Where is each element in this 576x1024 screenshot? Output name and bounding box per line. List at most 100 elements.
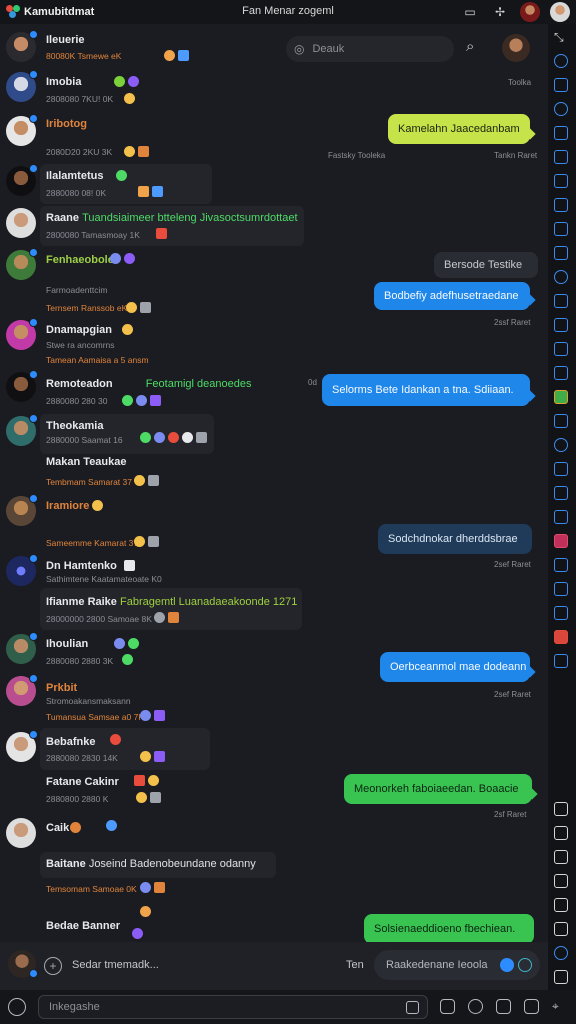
panel-icon[interactable] <box>554 802 568 816</box>
mail-icon[interactable] <box>554 318 568 332</box>
collapse-icon[interactable]: ⤡ <box>554 30 568 44</box>
document-icon[interactable] <box>554 126 568 140</box>
gear-icon[interactable] <box>524 999 539 1014</box>
globe-icon[interactable] <box>554 438 568 452</box>
status-circle-icon[interactable] <box>8 998 26 1016</box>
sender-name[interactable]: Bedae Banner <box>46 920 120 932</box>
outgoing-message[interactable]: Sodchdnokar dherddsbrae <box>378 524 532 554</box>
sender-name[interactable]: Dn Hamtenko <box>46 560 117 572</box>
sender-name[interactable]: Ifianme Raike Fabragemtl Luanadaeakoonde… <box>46 596 297 608</box>
sender-name[interactable]: Fenhaeobole <box>46 254 114 266</box>
sender-name[interactable]: Baitane Joseind Badenobeundane odanny <box>46 858 256 870</box>
link-icon[interactable] <box>554 270 568 284</box>
stack-icon[interactable] <box>554 366 568 380</box>
avatar[interactable] <box>6 164 38 196</box>
avatar[interactable] <box>6 554 38 586</box>
sender-name[interactable]: Makan Teaukae <box>46 456 127 468</box>
folder-icon[interactable] <box>554 78 568 92</box>
calendar-icon[interactable] <box>554 222 568 236</box>
sender-name[interactable]: Prkbit <box>46 682 77 694</box>
bottom-search-input[interactable]: Inkegashe <box>38 995 428 1019</box>
layout-icon[interactable] <box>554 826 568 840</box>
avatar[interactable] <box>6 30 38 62</box>
outgoing-message[interactable]: Kamelahn Jaacedanbam <box>388 114 530 144</box>
avatar[interactable] <box>6 632 38 664</box>
avatar[interactable] <box>6 248 38 280</box>
settings-icon[interactable] <box>554 582 568 596</box>
message-time: Tankn Raret <box>494 151 538 160</box>
sender-name[interactable]: Fatane Cakinr <box>46 776 119 788</box>
avatar[interactable] <box>6 70 38 102</box>
home-icon[interactable] <box>496 999 511 1014</box>
download-icon[interactable] <box>554 654 568 668</box>
sender-name[interactable]: Raane Tuandsiaimeer btteleng Jivasoctsum… <box>46 212 298 224</box>
composer-input[interactable]: Sedar tmemadk... <box>72 959 159 971</box>
sender-name[interactable]: Theokamia <box>46 420 103 432</box>
card-icon[interactable] <box>554 414 568 428</box>
note-icon[interactable] <box>554 342 568 356</box>
sidebar-icon[interactable] <box>554 850 568 864</box>
avatar[interactable] <box>6 674 38 706</box>
inbox-icon[interactable]: ▭ <box>460 2 480 22</box>
avatar[interactable] <box>6 818 36 848</box>
chat-icon[interactable] <box>554 102 568 116</box>
image-icon[interactable] <box>554 294 568 308</box>
profile-avatar-1[interactable] <box>520 2 540 22</box>
avatar[interactable] <box>6 114 38 146</box>
table-icon[interactable] <box>554 606 568 620</box>
sender-name[interactable]: Ilalamtetus <box>46 170 103 182</box>
composer-pill[interactable]: Raakedenane Ieoola <box>374 950 540 980</box>
sender-name[interactable]: Ihoulian <box>46 638 88 650</box>
sender-name[interactable]: Imobia <box>46 76 81 88</box>
sender-name[interactable]: Iribotog <box>46 118 87 130</box>
list-icon[interactable] <box>554 150 568 164</box>
app-red-icon[interactable] <box>554 534 568 548</box>
add-icon[interactable]: + <box>44 957 62 975</box>
outgoing-message[interactable]: Oerbceanmol mae dodeann. <box>380 652 530 682</box>
sender-name[interactable]: Bebafnke <box>46 736 96 748</box>
pin-icon[interactable]: ⌖ <box>552 999 567 1014</box>
status-icon[interactable] <box>554 946 568 960</box>
emoji-icon[interactable] <box>518 958 532 972</box>
outgoing-message[interactable]: Selorms Bete Idankan a tna. Sdiiaan. <box>322 374 530 406</box>
clock-icon[interactable] <box>554 54 568 68</box>
sender-name[interactable]: Iramiore <box>46 500 89 512</box>
avatar[interactable] <box>6 730 38 762</box>
search-icon[interactable]: ⌕ <box>466 38 488 60</box>
sender-name[interactable]: Remoteadon Feotamigl deanoedes <box>46 378 251 390</box>
outgoing-message[interactable]: Solsienaeddioeno fbechiean. <box>364 914 534 944</box>
more-icon[interactable] <box>554 970 568 984</box>
search-input[interactable]: ◎ Deauk <box>286 36 454 62</box>
avatar[interactable] <box>6 370 38 402</box>
calendar-small-icon[interactable] <box>440 999 455 1014</box>
code-icon[interactable] <box>554 510 568 524</box>
square-icon[interactable] <box>554 874 568 888</box>
window-icon[interactable] <box>554 558 568 572</box>
app-orange-icon[interactable] <box>554 630 568 644</box>
send-icon[interactable] <box>500 958 514 972</box>
chevron-icon[interactable] <box>468 999 483 1014</box>
outgoing-message[interactable]: Bersode Testike <box>434 252 538 278</box>
sender-name[interactable]: Dnamapgian <box>46 324 112 336</box>
avatar[interactable] <box>6 414 38 446</box>
share-icon[interactable]: ✢ <box>490 2 510 22</box>
bookmark-icon[interactable] <box>554 246 568 260</box>
my-avatar[interactable] <box>502 34 530 62</box>
pen-icon[interactable] <box>554 462 568 476</box>
outgoing-message[interactable]: Meonorkeh faboiaeedan. Boaacie <box>344 774 532 804</box>
split-icon[interactable] <box>554 898 568 912</box>
sender-name[interactable]: Caik <box>46 822 69 834</box>
outgoing-message[interactable]: Bodbefiy adefhusetraedane <box>374 282 530 310</box>
attach-icon[interactable] <box>406 1001 419 1014</box>
avatar[interactable] <box>6 494 38 526</box>
composer-avatar[interactable] <box>8 950 38 978</box>
grid-icon[interactable] <box>554 174 568 188</box>
avatar[interactable] <box>6 208 36 238</box>
terminal-icon[interactable] <box>554 198 568 212</box>
box-icon[interactable] <box>554 486 568 500</box>
chrome-icon[interactable] <box>554 390 568 404</box>
sender-name[interactable]: Ileuerie <box>46 34 85 46</box>
avatar[interactable] <box>6 318 38 350</box>
profile-avatar-2[interactable] <box>550 2 570 22</box>
frame-icon[interactable] <box>554 922 568 936</box>
